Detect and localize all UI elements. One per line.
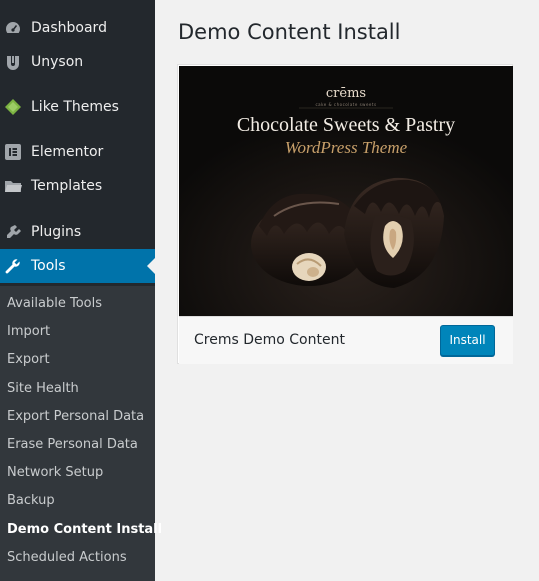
thumbnail-subheadline: WordPress Theme [284,138,408,157]
submenu-item-export[interactable]: Export [7,352,50,368]
sidebar-item-label: Plugins [31,224,82,240]
dashboard-icon [4,19,22,37]
plugin-icon [4,223,22,241]
sidebar-item-templates[interactable]: Templates [0,169,155,203]
page-title: Demo Content Install [178,20,401,44]
thumbnail-headline: Chocolate Sweets & Pastry [236,114,456,136]
demo-card-footer: Crems Demo Content Install [179,316,513,364]
unyson-icon [4,53,22,71]
thumbnail-tagline: cake & chocolate sweets [315,102,377,107]
install-button[interactable]: Install [440,325,495,356]
submenu-item-import[interactable]: Import [7,324,50,340]
thumbnail-logo: crēms [325,86,367,101]
sidebar-item-label: Templates [31,178,103,194]
submenu-item-available-tools[interactable]: Available Tools [7,296,102,312]
wrench-icon [4,257,22,275]
submenu-item-scheduled-actions[interactable]: Scheduled Actions [7,550,127,566]
submenu-item-network-setup[interactable]: Network Setup [7,465,103,481]
submenu-item-demo-content-install[interactable]: Demo Content Install [7,522,162,538]
demo-thumbnail: crēms cake & chocolate sweets Chocolate … [179,66,513,316]
submenu-item-backup[interactable]: Backup [7,493,55,509]
like-themes-icon [4,98,22,116]
sidebar-item-label: Elementor [31,144,104,160]
elementor-icon [4,143,22,161]
sidebar-item-tools[interactable]: Tools [0,249,155,283]
sidebar-item-unyson[interactable]: Unyson [0,45,155,79]
sidebar-item-label: Tools [31,258,66,274]
admin-sidebar: Dashboard Unyson Like Themes Elementor T… [0,0,162,581]
sidebar-item-dashboard[interactable]: Dashboard [0,11,155,45]
sidebar-item-label: Like Themes [31,99,119,115]
sidebar-item-like-themes[interactable]: Like Themes [0,90,155,124]
demo-name: Crems Demo Content [194,332,345,348]
submenu-item-site-health[interactable]: Site Health [7,381,79,397]
folder-icon [4,177,22,195]
sidebar-item-elementor[interactable]: Elementor [0,135,155,169]
submenu-item-export-personal-data[interactable]: Export Personal Data [7,409,144,425]
sidebar-item-label: Unyson [31,54,84,70]
submenu-item-erase-personal-data[interactable]: Erase Personal Data [7,437,138,453]
demo-card: crēms cake & chocolate sweets Chocolate … [177,64,513,364]
sidebar-item-label: Dashboard [31,20,107,36]
tools-submenu: Available Tools Import Export Site Healt… [0,286,162,581]
sidebar-item-plugins[interactable]: Plugins [0,215,155,249]
